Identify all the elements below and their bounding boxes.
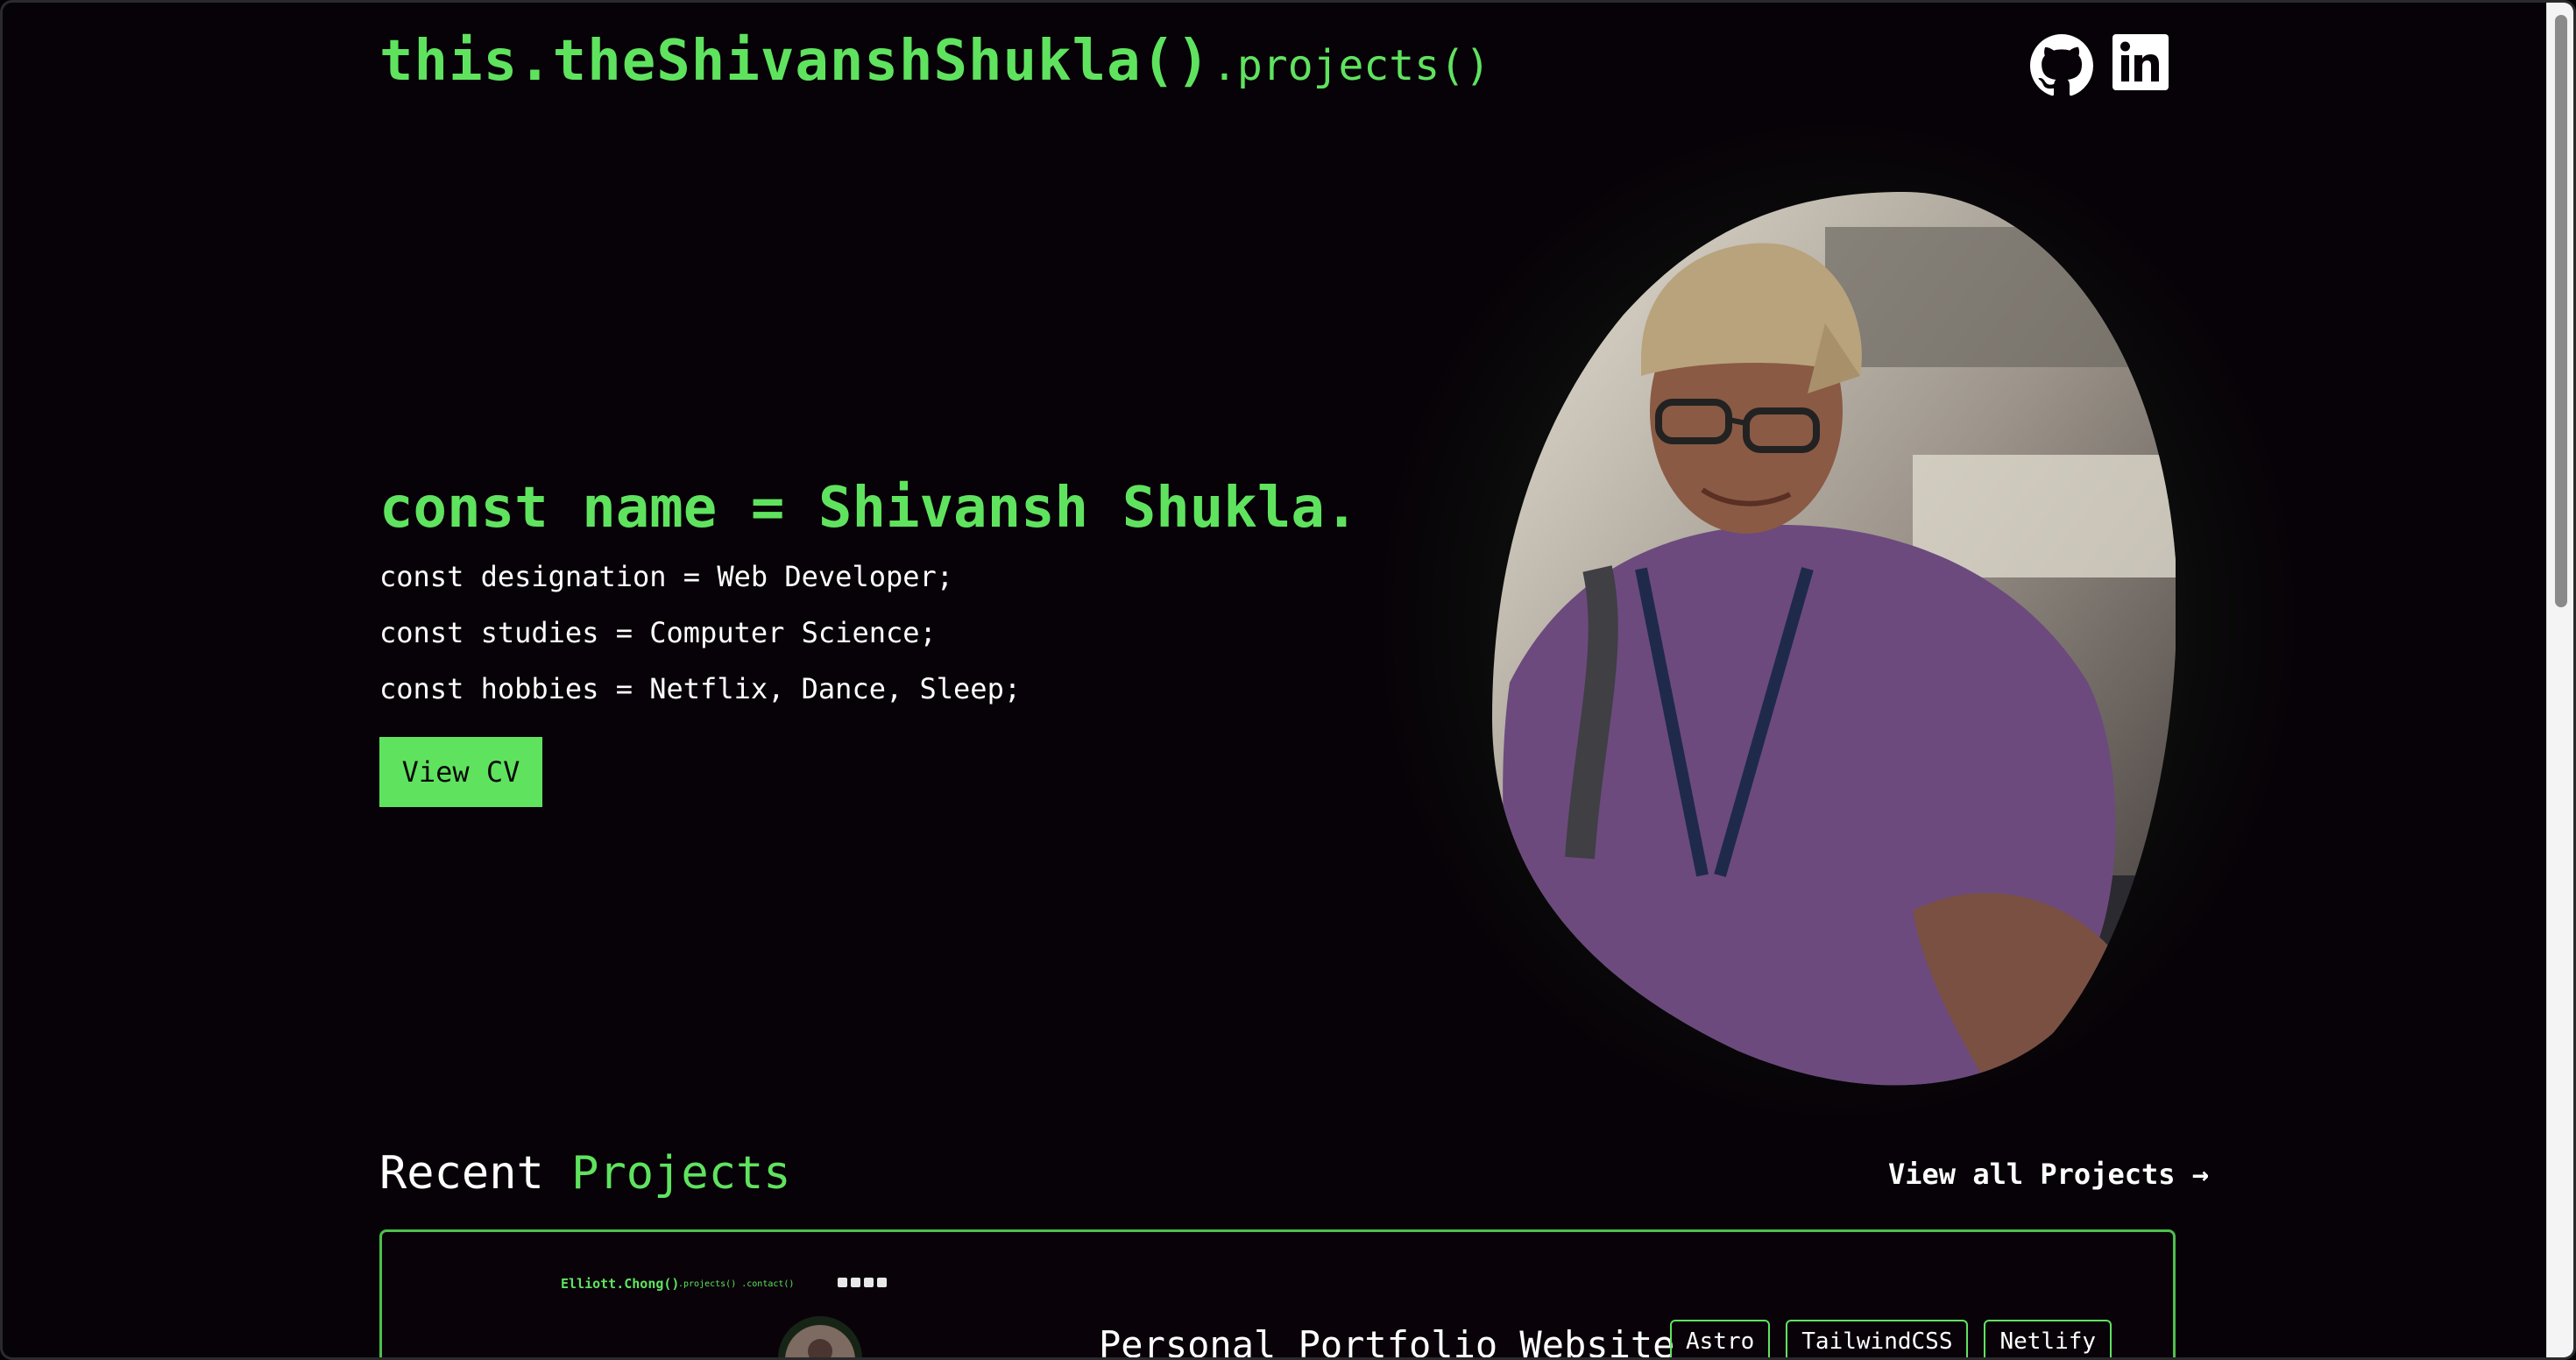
project-thumbnail-nav: .projects() .contact() xyxy=(678,1279,795,1289)
profile-photo xyxy=(1492,192,2176,1086)
github-link[interactable] xyxy=(2030,34,2093,97)
project-title: Personal Portfolio Website xyxy=(1099,1323,1675,1360)
thumb-github-icon xyxy=(838,1278,847,1287)
project-card[interactable]: Elliott.Chong() .projects() .contact() P… xyxy=(379,1229,2176,1360)
thumb-instagram-icon xyxy=(851,1278,860,1287)
project-thumbnail-photo xyxy=(778,1316,862,1357)
hero-designation: const designation = Web Developer; xyxy=(379,560,954,593)
site-logo[interactable]: this.theShivanshShukla() xyxy=(379,29,1211,94)
tag-astro: Astro xyxy=(1670,1320,1771,1357)
hero-hobbies: const hobbies = Netflix, Dance, Sleep; xyxy=(379,672,1022,705)
view-all-projects-link[interactable]: View all Projects → xyxy=(1888,1158,2209,1191)
hero-name-heading: const name = Shivansh Shukla. xyxy=(379,476,1359,541)
tag-tailwindcss: TailwindCSS xyxy=(1786,1320,1969,1357)
scrollbar-thumb[interactable] xyxy=(2555,15,2567,607)
browser-viewport: this.theShivanshShukla() .projects() con… xyxy=(0,0,2576,1360)
tag-netlify: Netlify xyxy=(1984,1320,2112,1357)
hero-studies: const studies = Computer Science; xyxy=(379,616,937,649)
linkedin-link[interactable] xyxy=(2112,34,2176,97)
view-cv-button[interactable]: View CV xyxy=(379,737,542,807)
project-tags: Astro TailwindCSS Netlify xyxy=(1670,1320,2112,1357)
linkedin-icon xyxy=(2112,34,2169,90)
project-thumbnail-social-icons xyxy=(838,1278,887,1287)
thumb-linkedin-icon xyxy=(864,1278,874,1287)
projects-heading-accent: Projects xyxy=(571,1147,791,1200)
nav-projects-link[interactable]: .projects() xyxy=(1212,41,1490,90)
scrollbar[interactable] xyxy=(2546,3,2573,1357)
projects-heading-plain: Recent xyxy=(379,1147,544,1200)
recent-projects-heading: Recent Projects xyxy=(379,1147,791,1200)
thumb-mail-icon xyxy=(877,1278,887,1287)
github-icon xyxy=(2030,34,2093,96)
project-thumbnail-logo: Elliott.Chong() xyxy=(561,1276,680,1292)
